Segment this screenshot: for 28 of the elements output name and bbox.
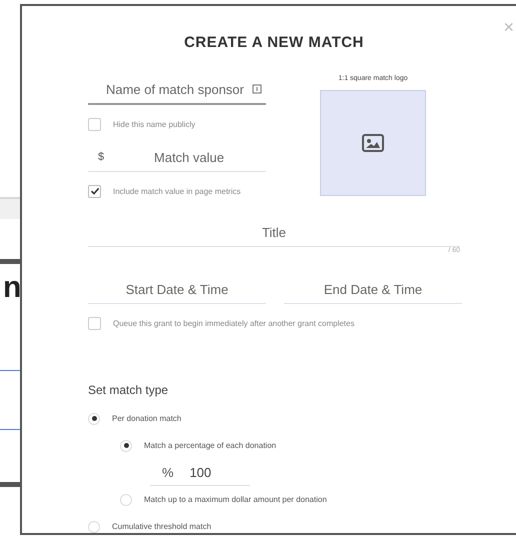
start-date-field[interactable]: Start Date & Time — [88, 275, 266, 304]
checkbox[interactable] — [88, 118, 101, 130]
radio-label: Cumulative threshold match — [112, 522, 212, 531]
checkbox[interactable] — [88, 316, 101, 330]
logo-upload[interactable] — [320, 90, 426, 196]
checkbox[interactable] — [88, 184, 101, 198]
section-heading: Set match type — [88, 383, 170, 397]
dollar-prefix: $ — [98, 151, 104, 163]
background-heading: n — [3, 272, 20, 304]
radio-label: Match up to a maximum dollar amount per donation — [144, 495, 327, 504]
sponsor-field[interactable]: Name of match sponsor — [88, 75, 266, 105]
image-icon — [362, 134, 384, 152]
dialog-title: CREATE A NEW MATCH — [183, 34, 365, 51]
match-value-field[interactable]: $ Match value — [88, 143, 266, 172]
percentage-field[interactable]: % 100 — [150, 459, 250, 486]
end-date-field[interactable]: End Date & Time — [284, 275, 462, 304]
radio-button[interactable] — [120, 494, 132, 506]
checkbox-label: Hide this name publicly — [113, 120, 196, 128]
info-icon — [252, 84, 262, 94]
title-field[interactable]: Title — [88, 218, 460, 247]
checkbox-label: Include match value in page metrics — [113, 186, 241, 196]
radio-label: Per donation match — [112, 414, 182, 423]
checkbox-label: Queue this grant to begin immediately after another grant completes — [113, 318, 354, 328]
radio-label: Match a percentage of each donation — [144, 441, 276, 450]
percent-prefix: % — [162, 464, 174, 480]
radio-button[interactable] — [120, 440, 132, 452]
radio-button[interactable] — [88, 412, 100, 424]
radio-button[interactable] — [88, 520, 100, 532]
